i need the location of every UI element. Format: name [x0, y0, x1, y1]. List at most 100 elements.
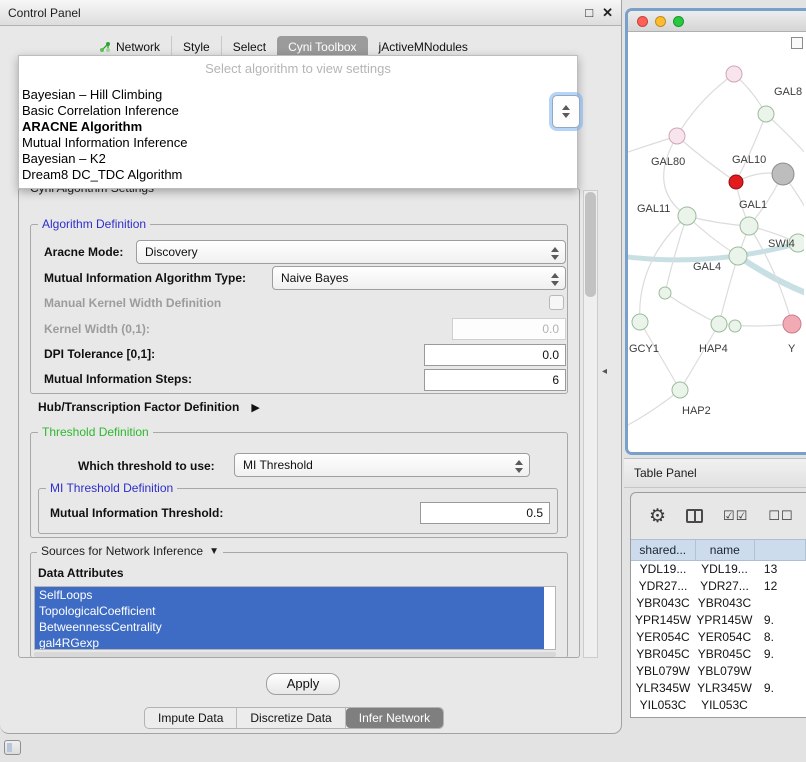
cell-shared-name: YBR043C	[631, 595, 695, 612]
table-toolbar: ⚙ ☑☑ ☐☐	[631, 493, 806, 539]
apply-button[interactable]: Apply	[266, 673, 340, 695]
network-node[interactable]	[726, 66, 742, 82]
network-edge[interactable]	[680, 324, 719, 390]
table-row[interactable]: YDR27... YDR27... 12	[631, 578, 806, 595]
table-row[interactable]: YBR043C YBR043C	[631, 595, 806, 612]
table-row[interactable]: YLR345W YLR345W 9.	[631, 680, 806, 697]
collapsed-panel-icon[interactable]	[4, 740, 21, 755]
network-node[interactable]	[659, 287, 671, 299]
network-edge[interactable]	[628, 390, 680, 428]
network-node[interactable]	[711, 316, 727, 332]
network-edge[interactable]	[738, 256, 804, 296]
algorithm-popup-item[interactable]: Mutual Information Inference	[19, 135, 577, 151]
network-node[interactable]	[729, 175, 743, 189]
sources-group-title[interactable]: Sources for Network Inference ▼	[37, 544, 223, 558]
which-threshold-combo[interactable]: MI Threshold	[234, 453, 530, 477]
aracne-mode-value: Discovery	[145, 245, 198, 259]
mi-steps-field[interactable]: 6	[424, 369, 566, 391]
network-edge[interactable]	[665, 293, 719, 324]
table-row[interactable]: YDL19... YDL19... 13	[631, 561, 806, 578]
network-edge[interactable]	[719, 256, 738, 324]
zoom-traffic-light[interactable]	[673, 16, 684, 27]
list-horizontal-scrollbar[interactable]	[34, 652, 556, 657]
table-row[interactable]: YBR045C YBR045C 9.	[631, 646, 806, 663]
algorithm-popup-item[interactable]: Bayesian – K2	[19, 151, 577, 167]
network-node[interactable]	[729, 247, 747, 265]
settings-scrollbar-thumb[interactable]	[585, 192, 596, 297]
columns-icon[interactable]	[686, 509, 703, 523]
table-body: YDL19... YDL19... 13 YDR27... YDR27... 1…	[631, 561, 806, 714]
algorithm-popup-item[interactable]: Basic Correlation Inference	[19, 103, 577, 119]
collapse-right-icon: ▶	[251, 401, 259, 414]
column-header-extra[interactable]	[755, 540, 806, 560]
mi-steps-label: Mutual Information Steps:	[44, 372, 192, 386]
network-node-label: GCY1	[629, 343, 659, 355]
tab-impute-data[interactable]: Impute Data	[145, 708, 237, 728]
algorithm-popup-item[interactable]: Dream8 DC_TDC Algorithm	[19, 167, 577, 183]
dpi-tolerance-field[interactable]: 0.0	[424, 344, 566, 366]
network-node[interactable]	[729, 320, 741, 332]
data-attributes-list[interactable]: SelfLoopsTopologicalCoefficientBetweenne…	[34, 586, 556, 650]
kernel-width-field[interactable]: 0.0	[452, 318, 566, 340]
select-all-checks-icon[interactable]: ☑☑	[723, 508, 748, 524]
cell-shared-name: YDR27...	[631, 578, 695, 595]
attribute-list-item[interactable]: SelfLoops	[35, 587, 544, 603]
mi-type-combo[interactable]: Naive Bayes	[272, 266, 566, 290]
algorithm-popup-item[interactable]: ARACNE Algorithm	[19, 119, 577, 135]
network-node[interactable]	[740, 217, 758, 235]
network-node[interactable]	[678, 207, 696, 225]
table-row[interactable]: YBL079W YBL079W	[631, 663, 806, 680]
tab-discretize-data[interactable]: Discretize Data	[237, 708, 345, 728]
network-canvas[interactable]: GAL8GAL80GAL10GAL11GAL1SWI4GAL4YHAP4GCY1…	[628, 32, 806, 452]
network-edge[interactable]	[640, 322, 680, 390]
cell-shared-name: YBL079W	[631, 663, 695, 680]
attribute-list-item[interactable]: BetweennessCentrality	[35, 619, 544, 635]
control-panel-titlebar[interactable]: Control Panel □ ✕	[0, 0, 621, 26]
birdseye-toggle[interactable]	[791, 37, 803, 49]
mi-threshold-group-title: MI Threshold Definition	[46, 481, 177, 495]
control-panel-window: Control Panel □ ✕ Network Style Select	[0, 0, 622, 734]
algorithm-combo-stepper[interactable]	[552, 95, 580, 128]
stepper-arrows-icon	[551, 273, 559, 286]
network-node[interactable]	[772, 163, 794, 185]
mi-threshold-field[interactable]: 0.5	[420, 502, 550, 524]
tab-network-label: Network	[116, 40, 160, 54]
gear-icon[interactable]: ⚙	[649, 507, 666, 526]
network-edge[interactable]	[677, 136, 736, 182]
float-window-icon[interactable]: □	[585, 5, 593, 20]
network-node[interactable]	[758, 106, 774, 122]
aracne-mode-combo[interactable]: Discovery	[136, 240, 566, 264]
deselect-all-checks-icon[interactable]: ☐☐	[768, 508, 793, 524]
minimize-traffic-light[interactable]	[655, 16, 666, 27]
splitter-arrow-icon[interactable]: ◂	[602, 366, 607, 377]
cell-extra: 9.	[754, 680, 806, 697]
algorithm-dropdown-popup: Select algorithm to view settings Bayesi…	[18, 55, 578, 189]
close-traffic-light[interactable]	[637, 16, 648, 27]
table-panel-titlebar[interactable]: Table Panel	[624, 458, 806, 488]
network-edge[interactable]	[736, 114, 766, 182]
stepper-arrows-icon	[562, 105, 570, 118]
close-window-icon[interactable]: ✕	[602, 5, 613, 21]
table-row[interactable]: YER054C YER054C 8.	[631, 629, 806, 646]
algorithm-popup-item[interactable]: Bayesian – Hill Climbing	[19, 87, 577, 103]
cell-extra	[754, 697, 806, 714]
tab-infer-network[interactable]: Infer Network	[346, 708, 443, 728]
network-edge[interactable]	[677, 74, 734, 136]
attribute-list-item[interactable]: TopologicalCoefficient	[35, 603, 544, 619]
network-node[interactable]	[783, 315, 801, 333]
network-window-titlebar[interactable]	[628, 11, 806, 32]
network-node[interactable]	[632, 314, 648, 330]
hub-definition-section[interactable]: Hub/Transcription Factor Definition ▶	[38, 400, 260, 414]
network-edge[interactable]	[640, 216, 687, 322]
column-header-shared-name[interactable]: shared...	[631, 540, 696, 560]
cell-name: YDL19...	[695, 561, 754, 578]
network-node[interactable]	[672, 382, 688, 398]
cell-name: YBR043C	[695, 595, 754, 612]
network-node[interactable]	[669, 128, 685, 144]
network-svg[interactable]: GAL8GAL80GAL10GAL11GAL1SWI4GAL4YHAP4GCY1…	[628, 32, 804, 452]
manual-kernel-checkbox[interactable]	[549, 295, 564, 310]
table-row[interactable]: YPR145W YPR145W 9.	[631, 612, 806, 629]
table-row[interactable]: YIL053C YIL053C	[631, 697, 806, 714]
attribute-list-item[interactable]: gal4RGexp	[35, 635, 544, 650]
column-header-name[interactable]: name	[696, 540, 755, 560]
